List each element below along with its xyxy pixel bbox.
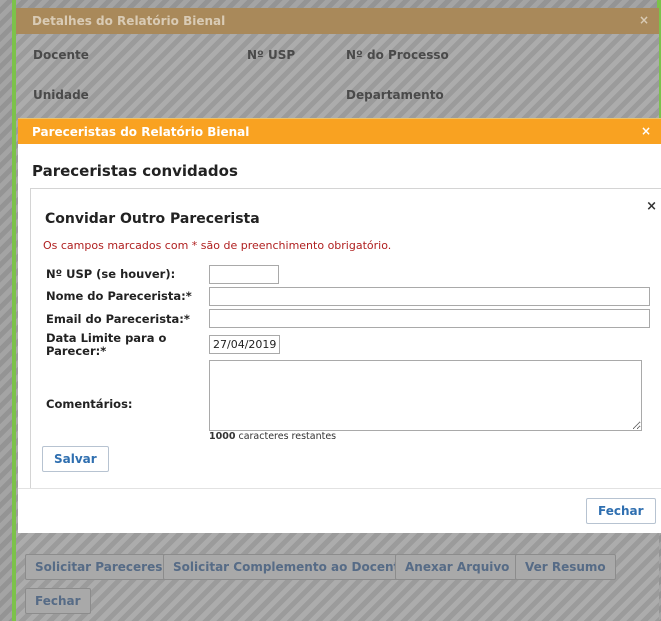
comentarios-label: Comentários:: [46, 397, 133, 411]
solicitar-pareceres-button[interactable]: Solicitar Pareceres: [25, 554, 173, 580]
fechar-pareceristas-button[interactable]: Fechar: [586, 498, 656, 524]
pareceristas-close-icon[interactable]: ×: [641, 124, 651, 138]
required-fields-note: Os campos marcados com * são de preenchi…: [43, 239, 392, 252]
data-limite-input[interactable]: [209, 335, 280, 354]
email-input[interactable]: [209, 309, 650, 328]
detalhes-dialog-title: Detalhes do Relatório Bienal: [32, 14, 226, 28]
ver-resumo-button[interactable]: Ver Resumo: [515, 554, 616, 580]
label-unidade: Unidade: [33, 88, 89, 102]
nome-input[interactable]: [209, 287, 650, 306]
fechar-detalhes-button[interactable]: Fechar: [25, 588, 91, 614]
nome-label: Nome do Parecerista:*: [46, 289, 192, 303]
label-processo: Nº do Processo: [346, 48, 449, 62]
pareceristas-footer-divider: [18, 488, 661, 489]
char-count: 1000 caracteres restantes: [209, 431, 336, 442]
salvar-button[interactable]: Salvar: [42, 446, 109, 472]
convidar-dialog-title: Convidar Outro Parecerista: [45, 211, 260, 227]
char-count-number: 1000: [209, 431, 236, 442]
label-departamento: Departamento: [346, 88, 444, 102]
data-limite-label: Data Limite para o Parecer:*: [46, 331, 167, 358]
anexar-arquivo-button[interactable]: Anexar Arquivo: [395, 554, 520, 580]
solicitar-complemento-button[interactable]: Solicitar Complemento ao Docente: [163, 554, 418, 580]
label-docente: Docente: [33, 48, 89, 62]
detalhes-dialog-titlebar: Detalhes do Relatório Bienal ×: [16, 8, 659, 34]
pareceristas-dialog: Pareceristas do Relatório Bienal × Parec…: [18, 118, 661, 533]
nusp-label: Nº USP (se houver):: [46, 267, 176, 281]
pareceristas-dialog-titlebar: Pareceristas do Relatório Bienal ×: [18, 118, 661, 144]
convidar-parecerista-dialog: × Convidar Outro Parecerista Os campos m…: [30, 188, 661, 488]
pareceristas-heading: Pareceristas convidados: [32, 162, 238, 180]
convidar-close-icon[interactable]: ×: [646, 199, 657, 214]
nusp-input[interactable]: [209, 265, 279, 284]
comentarios-textarea[interactable]: [209, 360, 642, 431]
pareceristas-dialog-title: Pareceristas do Relatório Bienal: [32, 125, 250, 139]
detalhes-close-icon[interactable]: ×: [639, 13, 649, 27]
label-nusp: Nº USP: [247, 48, 296, 62]
char-count-text: caracteres restantes: [235, 431, 337, 442]
email-label: Email do Parecerista:*: [46, 312, 190, 326]
